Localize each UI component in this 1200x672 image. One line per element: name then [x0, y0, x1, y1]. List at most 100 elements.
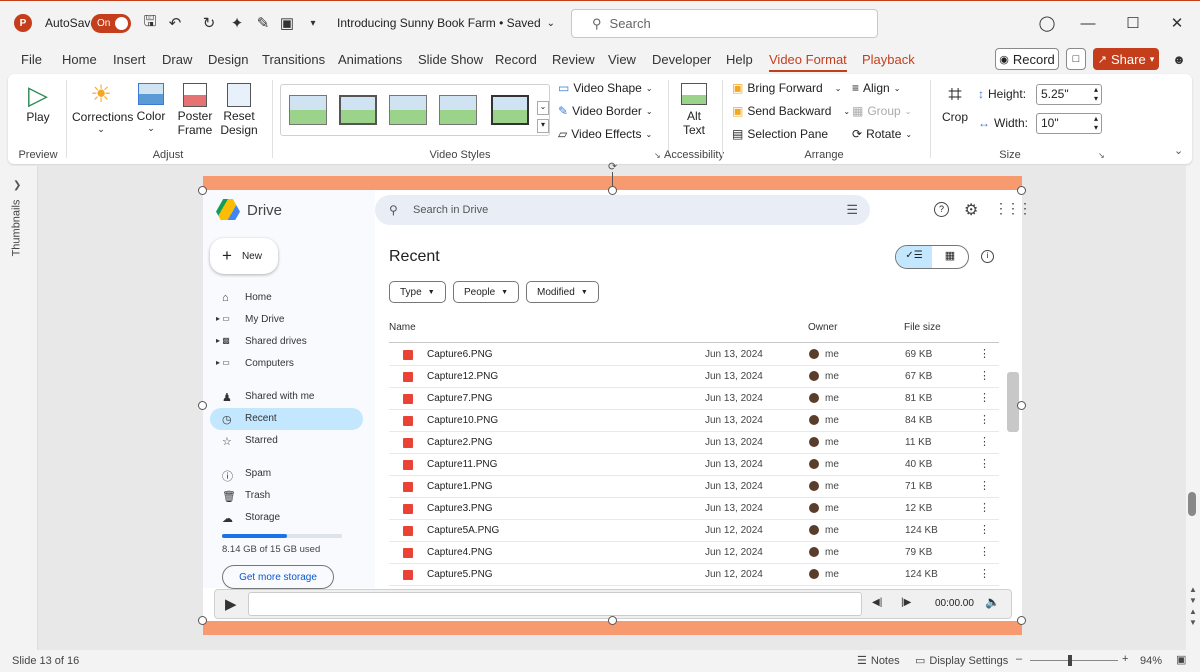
present-icon[interactable]: ▣	[276, 12, 298, 34]
video-style-3[interactable]	[389, 95, 427, 125]
more-options-icon[interactable]: ⋮	[979, 391, 990, 404]
table-row[interactable]: Capture3.PNG Jun 13, 2024 me 12 KB ⋮	[389, 498, 999, 520]
video-style-1[interactable]	[289, 95, 327, 125]
pen-icon[interactable]: ✎	[252, 12, 274, 34]
nav-item-home[interactable]: Home	[245, 292, 272, 303]
nav-item-starred[interactable]: Starred	[245, 435, 278, 446]
column-header-owner[interactable]: Owner	[808, 322, 837, 333]
more-options-icon[interactable]: ⋮	[979, 413, 990, 426]
undo-icon[interactable]: ↶	[164, 12, 186, 34]
close-icon[interactable]: ✕	[1166, 12, 1188, 34]
document-title[interactable]: Introducing Sunny Book Farm • Saved ⌄	[337, 16, 555, 30]
zoom-out-icon[interactable]: –	[1016, 653, 1022, 665]
size-launcher-icon[interactable]: ↘	[1098, 151, 1105, 160]
autosave-toggle[interactable]: On	[91, 14, 131, 33]
tab-slide-show[interactable]: Slide Show	[418, 52, 483, 67]
tab-transitions[interactable]: Transitions	[262, 52, 325, 67]
save-icon[interactable]: 🖫	[139, 12, 161, 34]
rotate-button[interactable]: ⟳ Rotate ⌄	[852, 127, 912, 141]
alt-text-button[interactable]: Alt Text	[676, 80, 712, 137]
video-style-5[interactable]	[491, 95, 529, 125]
file-name[interactable]: Capture6.PNG	[427, 349, 493, 360]
align-button[interactable]: ≡ Align ⌄	[852, 81, 900, 95]
more-options-icon[interactable]: ⋮	[979, 545, 990, 558]
grid-view-icon[interactable]: ▦	[932, 246, 968, 268]
tab-video-format[interactable]: Video Format	[769, 52, 847, 72]
file-name[interactable]: Capture7.PNG	[427, 393, 493, 404]
nav-item-spam[interactable]: Spam	[245, 468, 271, 479]
new-button[interactable]: + New	[210, 238, 278, 274]
scroll-down-icon[interactable]: ▲ ▼ ▲ ▼	[1189, 584, 1197, 628]
table-row[interactable]: Capture12.PNG Jun 13, 2024 me 67 KB ⋮	[389, 366, 999, 388]
lightbulb-icon[interactable]: ◯	[1036, 12, 1058, 34]
nav-item-storage[interactable]: Storage	[245, 512, 280, 523]
zoom-slider[interactable]	[1030, 655, 1118, 666]
file-name[interactable]: Capture3.PNG	[427, 503, 493, 514]
search-box[interactable]: ⚲ Search	[571, 9, 878, 38]
display-settings-button[interactable]: ▭ Display Settings	[915, 654, 1008, 668]
color-button[interactable]: Color ⌄	[134, 80, 168, 134]
record-button[interactable]: ◉ Record	[995, 48, 1059, 70]
tab-developer[interactable]: Developer	[652, 52, 711, 67]
selection-pane-button[interactable]: ▤ Selection Pane	[732, 127, 828, 141]
nav-item-shared-with-me[interactable]: Shared with me	[245, 391, 314, 402]
magic-wand-icon[interactable]: ✦	[226, 12, 248, 34]
table-row[interactable]: Capture5.PNG Jun 12, 2024 me 124 KB ⋮	[389, 564, 999, 586]
table-row[interactable]: Capture10.PNG Jun 13, 2024 me 84 KB ⋮	[389, 410, 999, 432]
nav-item-shared-drives[interactable]: Shared drives	[245, 336, 307, 347]
video-style-4[interactable]	[439, 95, 477, 125]
table-row[interactable]: Capture2.PNG Jun 13, 2024 me 11 KB ⋮	[389, 432, 999, 454]
file-name[interactable]: Capture1.PNG	[427, 481, 493, 492]
volume-icon[interactable]: 🔈	[985, 595, 1000, 609]
tab-file[interactable]: File	[21, 52, 42, 67]
video-styles-launcher-icon[interactable]: ↘	[654, 151, 661, 160]
more-options-icon[interactable]: ⋮	[979, 523, 990, 536]
resize-handle-mr[interactable]	[1017, 401, 1026, 410]
view-toggle[interactable]: ✓☰ ▦	[895, 245, 969, 269]
reset-design-button[interactable]: Reset Design	[216, 80, 262, 137]
video-styles-gallery[interactable]: ⌄ ▾	[280, 84, 550, 136]
table-row[interactable]: Capture7.PNG Jun 13, 2024 me 81 KB ⋮	[389, 388, 999, 410]
resize-handle-tl[interactable]	[198, 186, 207, 195]
filter-modified-chip[interactable]: Modified ▼	[526, 281, 599, 303]
bring-forward-button[interactable]: ▣ Bring Forward ⌄	[732, 81, 841, 95]
fit-slide-icon[interactable]: ▣	[1176, 653, 1186, 666]
table-row[interactable]: Capture5A.PNG Jun 12, 2024 me 124 KB ⋮	[389, 520, 999, 542]
table-row[interactable]: Capture6.PNG Jun 13, 2024 me 69 KB ⋮	[389, 344, 999, 366]
resize-handle-br[interactable]	[1017, 616, 1026, 625]
file-name[interactable]: Capture5.PNG	[427, 569, 493, 580]
more-options-icon[interactable]: ⋮	[979, 457, 990, 470]
settings-gear-icon[interactable]: ⚙	[964, 200, 978, 220]
file-name[interactable]: Capture12.PNG	[427, 371, 498, 382]
help-icon[interactable]: ?	[934, 202, 949, 217]
step-back-icon[interactable]: ◀|	[872, 597, 882, 608]
play-icon[interactable]: ▶	[225, 595, 237, 613]
tab-help[interactable]: Help	[726, 52, 753, 67]
video-timeline[interactable]	[248, 592, 862, 616]
video-border-button[interactable]: ✎ Video Border ⌄	[558, 104, 653, 118]
nav-item-my-drive[interactable]: My Drive	[245, 314, 284, 325]
poster-frame-button[interactable]: Poster Frame	[174, 80, 216, 137]
resize-handle-ml[interactable]	[198, 401, 207, 410]
file-name[interactable]: Capture11.PNG	[427, 459, 497, 470]
info-icon[interactable]: i	[981, 250, 994, 263]
nav-item-computers[interactable]: Computers	[245, 358, 294, 369]
height-field[interactable]: 5.25" ▴ ▾	[1036, 84, 1102, 105]
height-spinner-icon[interactable]: ▴ ▾	[1094, 85, 1098, 103]
tab-insert[interactable]: Insert	[113, 52, 146, 67]
maximize-icon[interactable]: ☐	[1122, 12, 1144, 34]
filter-type-chip[interactable]: Type ▼	[389, 281, 446, 303]
expand-thumbnails-icon[interactable]: ❯	[13, 180, 21, 191]
gallery-more-icon[interactable]: ▾	[537, 119, 549, 133]
more-options-icon[interactable]: ⋮	[979, 567, 990, 580]
tab-playback[interactable]: Playback	[862, 52, 915, 67]
zoom-level[interactable]: 94%	[1140, 655, 1162, 667]
tab-design[interactable]: Design	[208, 52, 248, 67]
minimize-icon[interactable]: —	[1077, 12, 1099, 34]
customize-qat-icon[interactable]: ▾	[302, 12, 324, 34]
nav-item-trash[interactable]: Trash	[245, 490, 270, 501]
video-shape-button[interactable]: ▭ Video Shape ⌄	[558, 81, 653, 95]
more-options-icon[interactable]: ⋮	[979, 435, 990, 448]
drive-search-bar[interactable]: ⚲ Search in Drive ☰	[375, 195, 870, 225]
resize-handle-bc[interactable]	[608, 616, 617, 625]
